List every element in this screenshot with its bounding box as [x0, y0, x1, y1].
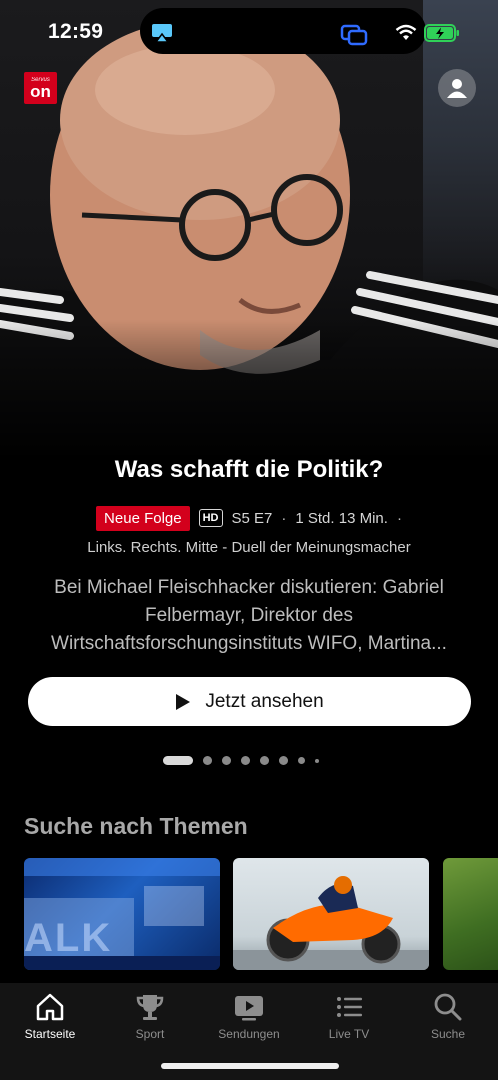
page-dot[interactable] — [203, 756, 212, 765]
episode-number: S5 E7 — [231, 509, 273, 527]
screen-mirroring-icon — [340, 24, 368, 46]
episode-description: Bei Michael Fleischhacker diskutieren: G… — [51, 577, 447, 654]
home-indicator[interactable] — [161, 1063, 339, 1069]
watch-now-label: Jetzt ansehen — [205, 690, 324, 712]
page-dot[interactable] — [315, 758, 319, 763]
play-icon — [176, 693, 191, 710]
show-title: Was schafft die Politik? — [114, 456, 384, 483]
trophy-icon — [136, 995, 164, 1020]
hd-badge: HD — [198, 509, 223, 527]
page-dot[interactable] — [260, 756, 269, 765]
watch-now-button[interactable]: Jetzt ansehen — [28, 677, 471, 726]
hero-image[interactable] — [0, 0, 498, 460]
theme-card-motorsport[interactable] — [233, 858, 429, 970]
brand-logo[interactable]: Servus on — [24, 72, 57, 104]
tab-label: Startseite — [24, 1027, 76, 1041]
duration: 1 Std. 13 Min. — [295, 509, 388, 527]
dynamic-island — [140, 8, 426, 54]
new-episode-badge: Neue Folge — [96, 505, 190, 531]
home-icon — [36, 993, 64, 1021]
theme-card-nature[interactable] — [443, 858, 498, 970]
tab-label: Sport — [135, 1027, 165, 1041]
wifi-icon — [395, 24, 417, 40]
user-icon — [447, 79, 467, 98]
tab-sport[interactable]: Sport — [105, 991, 195, 1041]
page-dot[interactable] — [163, 756, 193, 765]
status-bar: 12:59 — [0, 0, 498, 60]
airplay-icon — [152, 24, 172, 43]
brand-logo-text: on — [30, 81, 51, 101]
status-time: 12:59 — [48, 20, 104, 43]
battery-icon — [424, 24, 459, 42]
page-dot[interactable] — [222, 756, 231, 765]
carousel-pagination[interactable] — [163, 756, 319, 765]
page-dot[interactable] — [298, 757, 305, 764]
theme-card-talk[interactable]: ALK — [24, 858, 220, 970]
play-screen-icon — [235, 996, 263, 1021]
list-icon — [337, 997, 362, 1017]
theme-card-talk-text: ALK — [24, 916, 113, 960]
themes-section-title: Suche nach Themen — [24, 813, 248, 839]
hero-gradient — [0, 320, 498, 460]
brand-logo-small-text: Servus — [31, 76, 50, 83]
meta-separator: · — [396, 509, 402, 527]
profile-button[interactable] — [438, 69, 476, 107]
tab-suche[interactable]: Suche — [403, 991, 493, 1041]
page-dot[interactable] — [279, 756, 288, 765]
meta-separator: · — [281, 509, 287, 527]
tab-startseite[interactable]: Startseite — [5, 991, 95, 1041]
page-dot[interactable] — [241, 756, 250, 765]
tab-label: Sendungen — [218, 1027, 280, 1041]
tab-sendungen[interactable]: Sendungen — [204, 991, 294, 1041]
episode-meta: Neue Folge HD S5 E7 · 1 Std. 13 Min. · — [0, 505, 498, 531]
theme-card-image — [233, 876, 429, 970]
show-subtitle: Links. Rechts. Mitte - Duell der Meinung… — [87, 539, 411, 556]
tab-label: Suche — [430, 1027, 466, 1041]
search-icon — [434, 993, 462, 1021]
tab-label: Live TV — [328, 1027, 370, 1041]
tab-live-tv[interactable]: Live TV — [304, 991, 394, 1041]
